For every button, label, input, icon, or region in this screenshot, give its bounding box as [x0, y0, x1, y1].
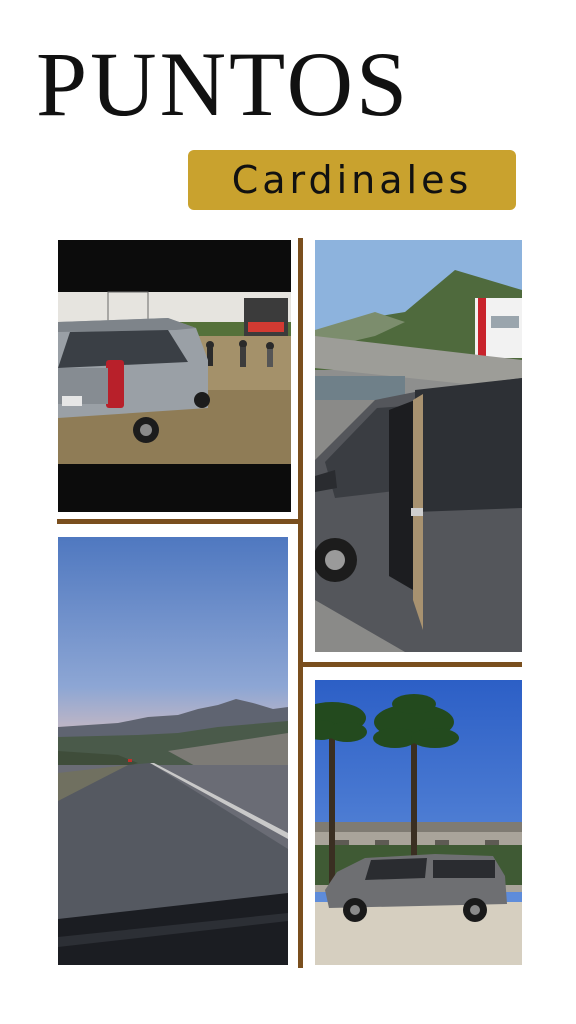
photo-mountain-road-at-dusk — [58, 537, 288, 965]
vertical-divider — [298, 238, 303, 968]
photo-van-under-palm-trees — [315, 680, 522, 965]
subtitle-badge: Cardinales — [188, 150, 516, 210]
right-horizontal-divider — [300, 662, 522, 667]
photo-van-at-concert-field — [58, 240, 291, 512]
subtitle-text: Cardinales — [231, 158, 473, 202]
left-horizontal-divider — [57, 519, 301, 524]
page-title: PUNTOS — [36, 33, 411, 135]
photo-van-open-sliding-door — [315, 240, 522, 652]
